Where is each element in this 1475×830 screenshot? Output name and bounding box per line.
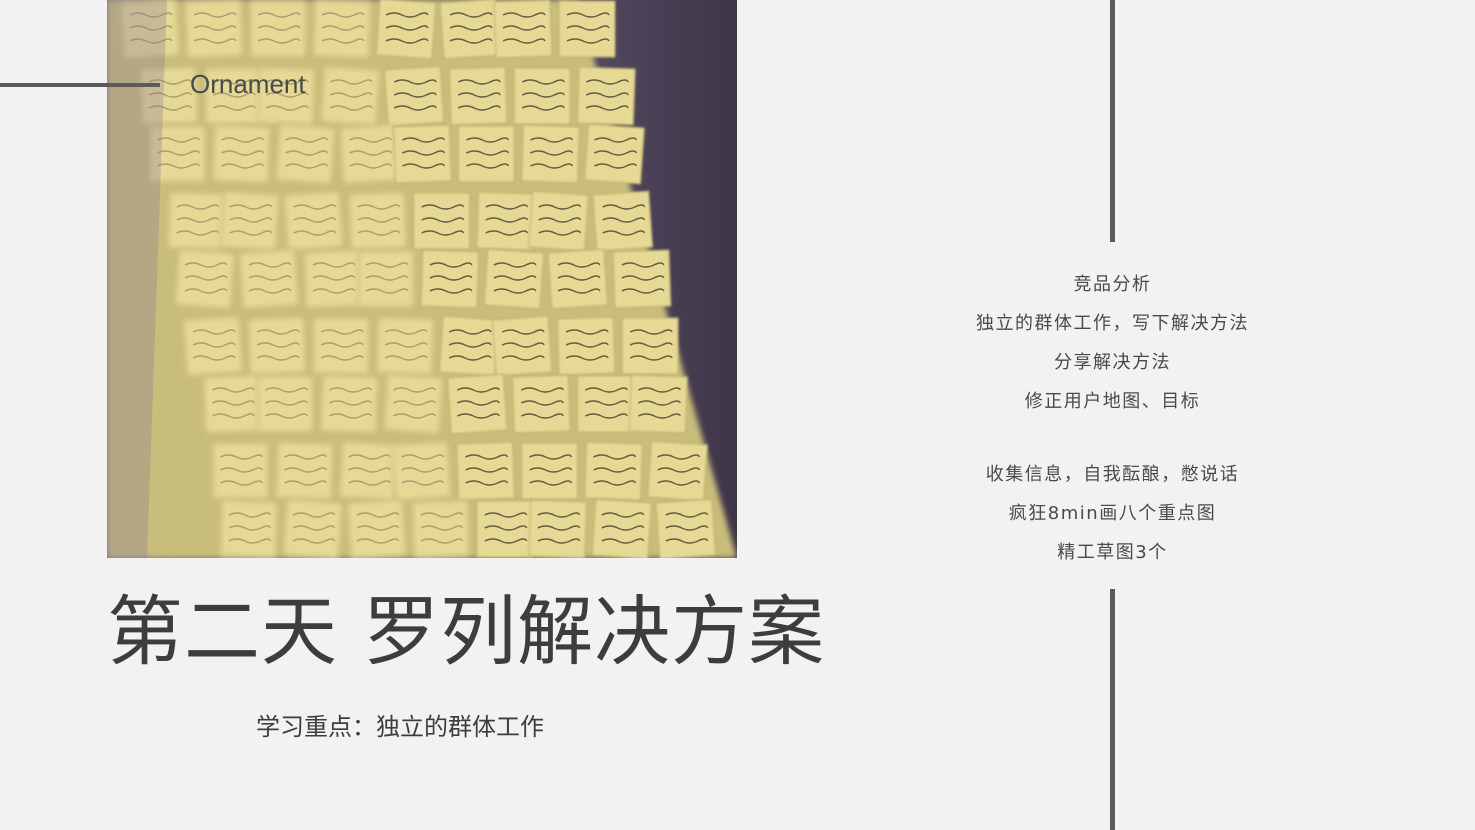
activity-list: 竞品分析 独立的群体工作，写下解决方法 分享解决方法 修正用户地图、目标 收集信… [940,265,1285,572]
activity-item: 独立的群体工作，写下解决方法 [976,313,1249,334]
sticky-note [591,498,653,558]
sticky-note [346,498,408,558]
activity-item: 收集信息，自我酝酿，憋说话 [985,464,1240,485]
vertical-divider-top [1110,0,1115,242]
activity-item: 竞品分析 [1073,274,1152,295]
ornament-rule [0,83,160,87]
sticky-note [655,498,717,558]
activity-item: 疯狂8min画八个重点图 [1008,503,1217,524]
page-title: 第二天 罗列解决方案 [107,587,826,676]
ornament-label: Ornament [190,69,306,99]
page-subtitle: 学习重点：独立的群体工作 [256,713,544,741]
sticky-note [282,498,344,558]
activity-item: 精工草图3个 [1057,542,1168,563]
activity-item: 分享解决方法 [1054,352,1171,373]
vertical-divider-bottom [1110,589,1115,830]
activity-item: 修正用户地图、目标 [1024,391,1201,412]
